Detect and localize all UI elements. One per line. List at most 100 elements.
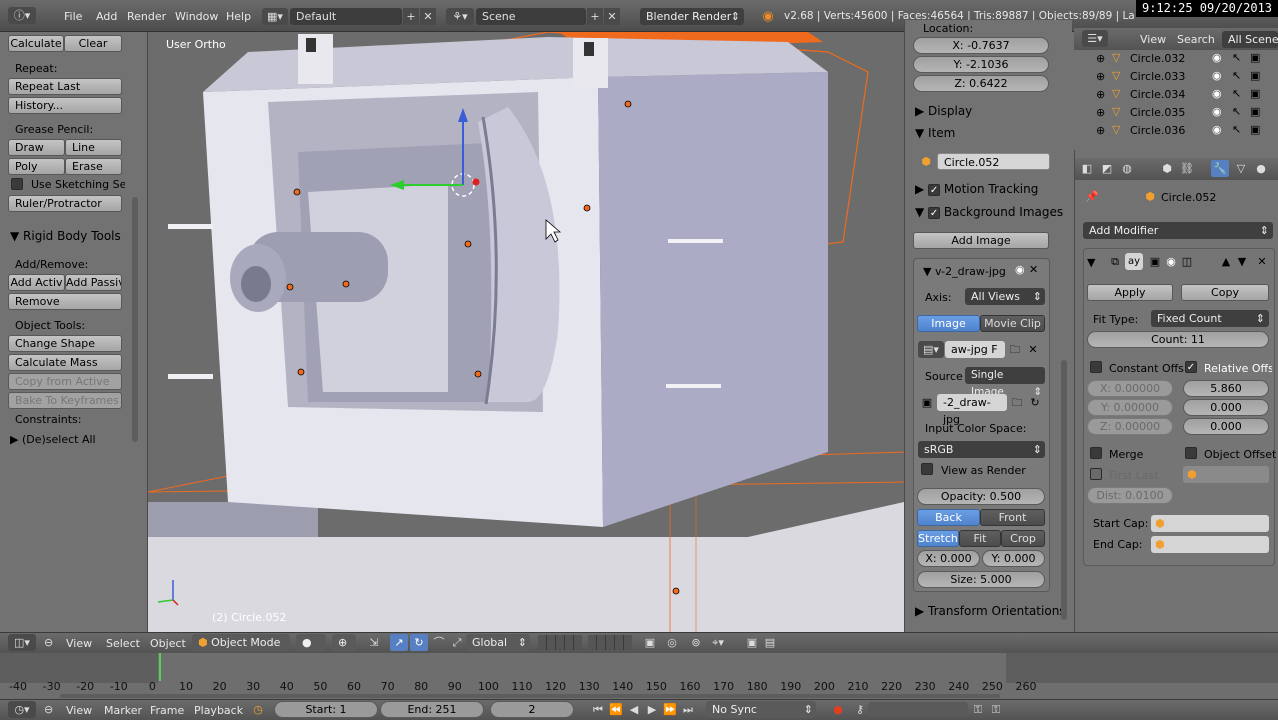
viewport-shading-select[interactable]: ● ▾: [296, 634, 326, 666]
material-tab-icon[interactable]: ●: [1253, 160, 1269, 177]
opacity-field[interactable]: Opacity: 0.500: [917, 488, 1045, 505]
record-icon[interactable]: ●: [830, 701, 846, 718]
relative-z-field[interactable]: 0.000: [1183, 418, 1269, 435]
merge-checkbox[interactable]: [1090, 447, 1102, 459]
object-tab-icon[interactable]: ⬢: [1159, 160, 1175, 177]
menu-playback[interactable]: Playback: [194, 704, 243, 717]
visibility-eye-icon[interactable]: ◉: [1212, 105, 1222, 118]
expand-plus-icon[interactable]: ⊕: [1096, 70, 1105, 83]
viewport-toggle-icon[interactable]: ◉: [1163, 253, 1179, 270]
image-name-field[interactable]: aw-jpg F: [945, 341, 1005, 358]
fit-type-select[interactable]: Fixed Count ⇕: [1151, 310, 1269, 327]
manipulator-toggle-icon[interactable]: ⇲: [366, 634, 382, 651]
current-frame-field[interactable]: 2: [490, 701, 574, 718]
add-passive-button[interactable]: Add Passiv: [65, 274, 122, 291]
menu-frame[interactable]: Frame: [150, 704, 184, 717]
preview-range-icon[interactable]: ◷: [250, 701, 266, 718]
insert-keyframe-icon[interactable]: ⚿: [970, 701, 986, 718]
data-tab-icon[interactable]: ▽: [1233, 160, 1249, 177]
menu-view[interactable]: View: [66, 704, 92, 717]
draw-button[interactable]: Draw: [8, 139, 65, 156]
ruler-protractor-button[interactable]: Ruler/Protractor: [8, 195, 122, 212]
start-cap-field[interactable]: ⬢: [1151, 515, 1269, 532]
editmode-toggle-icon[interactable]: ◫: [1179, 253, 1195, 270]
outliner-row[interactable]: ⊕ ▽ Circle.032 ◉ ↖ ▣: [1074, 50, 1278, 68]
erase-button[interactable]: Erase: [65, 158, 122, 175]
select-arrow-icon[interactable]: ↖: [1232, 51, 1241, 64]
render-preview-icon[interactable]: ▣: [744, 634, 760, 651]
render-engine-select[interactable]: Blender Render ⇕: [640, 8, 744, 25]
background-images-checkbox[interactable]: ✓: [928, 206, 941, 219]
remove-button[interactable]: Remove: [8, 293, 122, 310]
location-y-field[interactable]: Y: -2.1036: [913, 56, 1049, 73]
back-toggle[interactable]: Back: [917, 509, 980, 526]
offset-y-field[interactable]: Y: 0.000: [982, 550, 1045, 567]
copy-from-active-button[interactable]: Copy from Active: [8, 373, 122, 390]
jump-keyframe-back-icon[interactable]: ⏪: [608, 701, 624, 718]
mode-select[interactable]: ⬢ Object Mode: [192, 634, 290, 651]
offset-object-field[interactable]: ⬢: [1183, 466, 1269, 483]
add-layout-icon[interactable]: +: [403, 8, 419, 25]
info-editor-icon[interactable]: ⓘ▾: [8, 7, 36, 24]
motion-tracking-checkbox[interactable]: ✓: [928, 183, 941, 196]
rotate-manipulator-icon[interactable]: ↻: [410, 634, 428, 651]
image-browse-icon[interactable]: ▤▾: [918, 341, 944, 358]
color-space-select[interactable]: sRGB ⇕: [918, 441, 1045, 458]
tool-shelf-scrollbar[interactable]: [132, 197, 138, 442]
calculate-button[interactable]: Calculate: [8, 35, 64, 52]
snap-element-icon[interactable]: ⌖▾: [708, 634, 728, 651]
crop-toggle[interactable]: Crop: [1001, 530, 1045, 547]
end-frame-field[interactable]: End: 251: [380, 701, 484, 718]
scale-manipulator-icon[interactable]: ⌒: [430, 634, 448, 651]
close-icon[interactable]: ✕: [1029, 261, 1038, 278]
merge-distance-field[interactable]: Dist: 0.0100: [1087, 487, 1173, 504]
size-field[interactable]: Size: 5.000: [917, 571, 1045, 588]
menu-marker[interactable]: Marker: [104, 704, 142, 717]
expand-plus-icon[interactable]: ⊕: [1096, 52, 1105, 65]
jump-keyframe-forward-icon[interactable]: ⏩: [662, 701, 678, 718]
menu-view[interactable]: View: [66, 637, 92, 650]
bg-image-name[interactable]: ▼ v-2_draw-jpg: [923, 265, 1006, 278]
view-as-render-checkbox[interactable]: [921, 463, 933, 475]
select-arrow-icon[interactable]: ↖: [1232, 87, 1241, 100]
axis-select[interactable]: All Views ⇕: [965, 288, 1045, 305]
scene-field[interactable]: Scene: [476, 8, 586, 25]
expand-plus-icon[interactable]: ⊕: [1096, 124, 1105, 137]
folder-icon[interactable]: 🗀: [1007, 341, 1023, 358]
scale-tool-icon[interactable]: ⤢: [448, 634, 466, 651]
select-arrow-icon[interactable]: ↖: [1232, 69, 1241, 82]
constant-x-field[interactable]: X: 0.00000: [1087, 380, 1173, 397]
bake-keyframes-button[interactable]: Bake To Keyframes: [8, 392, 122, 409]
delete-keyframe-icon[interactable]: ⚿: [988, 701, 1004, 718]
use-sketching-checkbox[interactable]: [11, 178, 23, 190]
location-z-field[interactable]: Z: 0.6422: [913, 75, 1049, 92]
menu-render[interactable]: Render: [127, 10, 166, 23]
layers-grid-b[interactable]: [588, 635, 632, 650]
menu-window[interactable]: Window: [175, 10, 218, 23]
expand-plus-icon[interactable]: ⊕: [1096, 106, 1105, 119]
visibility-eye-icon[interactable]: ◉: [1212, 87, 1222, 100]
3d-viewport[interactable]: User Ortho (2) Circle.052: [148, 32, 904, 632]
constant-z-field[interactable]: Z: 0.00000: [1087, 418, 1173, 435]
clear-button[interactable]: Clear: [64, 35, 122, 52]
deselect-all-header[interactable]: ▶ (De)select All: [10, 433, 96, 446]
add-image-button[interactable]: Add Image: [913, 232, 1049, 249]
expand-plus-icon[interactable]: ⊕: [1096, 88, 1105, 101]
sync-mode-select[interactable]: No Sync ⇕: [706, 701, 816, 718]
select-arrow-icon[interactable]: ↖: [1232, 105, 1241, 118]
constant-offset-checkbox[interactable]: [1090, 361, 1102, 373]
lock-icon[interactable]: ▣: [642, 634, 658, 651]
collapse-menus-icon[interactable]: ⊖: [44, 636, 53, 649]
modifiers-tab-icon[interactable]: 🔧: [1211, 160, 1229, 177]
world-tab-icon[interactable]: ◍: [1119, 160, 1135, 177]
orientation-select[interactable]: Global ⇕: [466, 634, 530, 651]
move-up-icon[interactable]: ▲: [1219, 253, 1233, 270]
modifier-name-field[interactable]: ay: [1125, 253, 1143, 270]
repeat-last-button[interactable]: Repeat Last: [8, 78, 122, 95]
transform-orientations-header[interactable]: ▶ Transform Orientations: [915, 604, 1066, 618]
menu-add[interactable]: Add: [96, 10, 117, 23]
motion-tracking-header[interactable]: ▶ ✓ Motion Tracking: [915, 182, 1038, 196]
opengl-render-icon[interactable]: ▤: [762, 634, 778, 651]
eye-icon[interactable]: ◉: [1015, 261, 1025, 278]
render-camera-icon[interactable]: ▣: [1250, 69, 1260, 82]
